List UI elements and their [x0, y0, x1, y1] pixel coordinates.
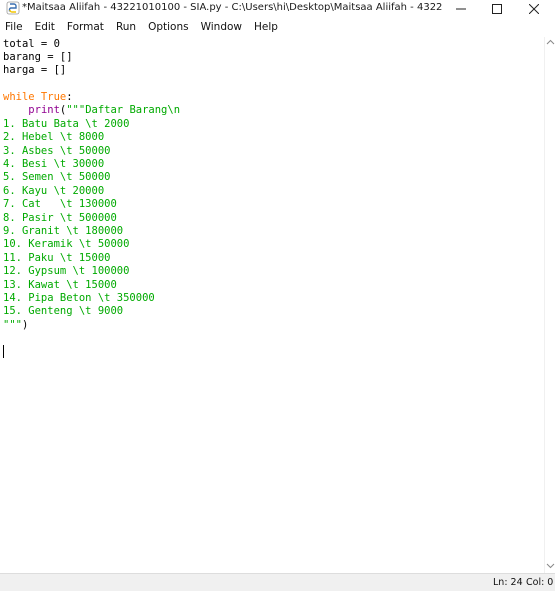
string-line-item: 3. Asbes \t 50000	[3, 145, 111, 157]
status-line-number: Ln: 24	[493, 577, 523, 588]
status-column-number: Col: 0	[526, 577, 554, 588]
menu-run[interactable]: Run	[110, 18, 142, 37]
keyword-true: True	[34, 91, 67, 103]
string-line-item: 14. Pipa Beton \t 350000	[3, 292, 155, 304]
menu-bar: File Edit Format Run Options Window Help	[0, 18, 555, 37]
keyword-while: while	[3, 91, 35, 103]
vertical-scrollbar[interactable]	[544, 37, 555, 573]
close-button[interactable]	[517, 0, 551, 17]
string-start: """Daftar Barang\n	[66, 104, 181, 116]
menu-help[interactable]: Help	[248, 18, 284, 37]
maximize-icon	[492, 3, 502, 14]
string-line-item: 7. Cat \t 130000	[3, 198, 117, 210]
string-line-item: 15. Genteng \t 9000	[3, 305, 124, 317]
minimize-icon	[456, 8, 466, 9]
builtin-print: print	[28, 104, 60, 116]
string-line-item: 11. Paku \t 15000	[3, 252, 111, 264]
menu-edit[interactable]: Edit	[29, 18, 61, 37]
menu-options[interactable]: Options	[142, 18, 195, 37]
code-line-close: """)	[3, 319, 28, 332]
code-line: harga = []	[3, 64, 67, 76]
scroll-up-arrow-icon[interactable]	[546, 39, 555, 45]
string-line-item: 2. Hebel \t 8000	[3, 131, 105, 143]
code-line: total = 0	[3, 38, 60, 50]
close-icon	[529, 3, 539, 14]
menu-file[interactable]: File	[0, 18, 29, 37]
string-line-item: 13. Kawat \t 15000	[3, 279, 117, 291]
minimize-button[interactable]	[444, 0, 478, 17]
string-line-item: 4. Besi \t 30000	[3, 158, 105, 170]
code-line: barang = []	[3, 51, 73, 63]
code-line-print: print("""Daftar Barang\n	[3, 104, 180, 117]
scroll-down-arrow-icon[interactable]	[546, 563, 555, 569]
colon: :	[66, 91, 73, 103]
maximize-button[interactable]	[480, 0, 514, 17]
string-line-item: 9. Granit \t 180000	[3, 225, 124, 237]
string-line-item: 1. Batu Bata \t 2000	[3, 118, 130, 130]
string-line-item: 8. Pasir \t 500000	[3, 212, 117, 224]
close-paren: )	[21, 319, 29, 331]
status-bar: Ln: 24 Col: 0	[0, 573, 555, 591]
text-cursor	[3, 345, 4, 358]
string-line-item: 12. Gypsum \t 100000	[3, 265, 130, 277]
menu-format[interactable]: Format	[61, 18, 110, 37]
python-idle-icon	[6, 1, 20, 15]
window-title: *Maitsaa Aliifah - 43221010100 - SIA.py …	[22, 2, 442, 13]
string-line-item: 5. Semen \t 50000	[3, 171, 111, 183]
code-editor[interactable]: total = 0 barang = [] harga = [] while T…	[0, 37, 544, 573]
string-line-item: 10. Keramik \t 50000	[3, 238, 130, 250]
code-line-while: while True:	[3, 91, 73, 104]
title-bar: *Maitsaa Aliifah - 43221010100 - SIA.py …	[0, 0, 555, 17]
menu-window[interactable]: Window	[195, 18, 248, 37]
string-line-item: 6. Kayu \t 20000	[3, 185, 105, 197]
string-end: """	[3, 319, 22, 331]
